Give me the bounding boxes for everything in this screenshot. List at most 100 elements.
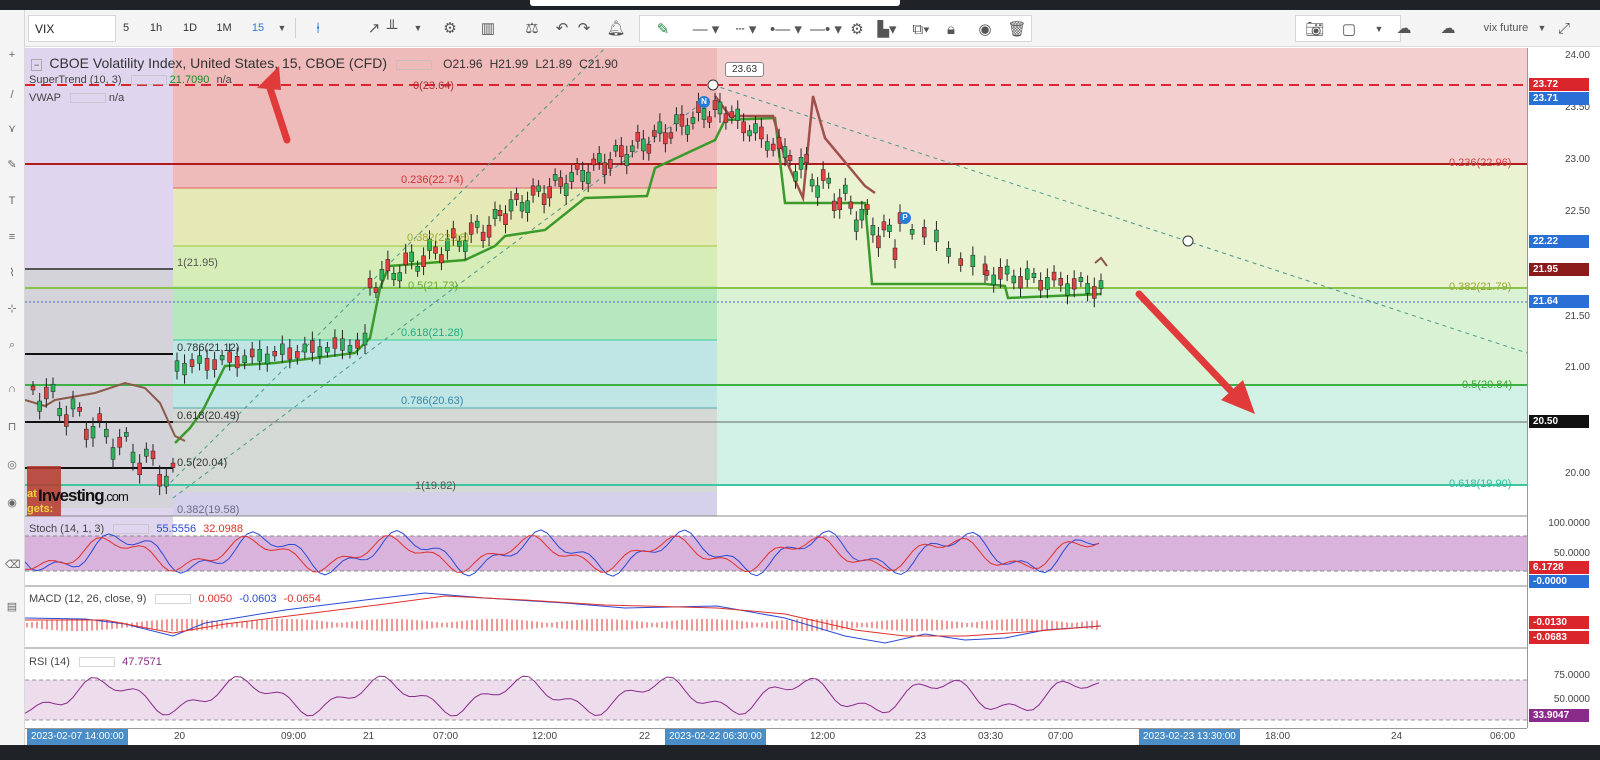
crosshair-tool-icon[interactable]: + (5, 48, 19, 62)
trendline-anchor-start[interactable] (707, 79, 719, 91)
candle-body (174, 360, 180, 372)
rsi-settings-icon[interactable] (79, 657, 116, 668)
layers-tool-icon[interactable]: ▤ (5, 600, 19, 614)
time-axis[interactable]: 2023-02-07 14:00:00 20 09:00 21 07:00 12… (25, 728, 1527, 745)
visibility-eye-icon[interactable]: ◉ (974, 16, 996, 43)
stoch-settings-icon[interactable] (113, 524, 150, 535)
cloud-upload-icon[interactable]: ☁ (1435, 15, 1461, 42)
text-tool-icon[interactable]: T (5, 194, 19, 208)
candle-body (104, 428, 109, 438)
macd-settings-icon[interactable] (155, 594, 192, 605)
ohlc-open: O21.96 (443, 57, 483, 71)
collapse-legend-icon[interactable]: − (31, 59, 43, 71)
indicators-dropdown-chevron-down-icon[interactable]: ▼ (411, 15, 425, 42)
vwap-settings-icon[interactable] (69, 93, 106, 104)
settings-gear-icon[interactable]: ⚙ (439, 15, 461, 42)
candle-body (189, 359, 195, 367)
templates-icon[interactable]: ▥ (477, 15, 499, 42)
supertrend-settings-icon[interactable] (130, 75, 167, 86)
candle-body (30, 385, 36, 391)
cloud-download-icon[interactable]: ☁ (1391, 15, 1417, 42)
snapshot-dropdown-chevron-down-icon[interactable]: ▼ (1368, 16, 1390, 43)
candle-body (379, 269, 385, 281)
time-label: 21 (363, 731, 375, 742)
redo-icon[interactable]: ↷ (575, 15, 593, 42)
brush-tool-icon[interactable]: ✎ (5, 158, 19, 172)
candle-body (552, 174, 558, 181)
indicators-icon[interactable]: ╨ (381, 15, 403, 42)
clone-icon[interactable]: ⧉▾ (906, 16, 936, 43)
interval-5[interactable]: 5 (119, 15, 133, 42)
line-style-dashed-icon[interactable]: ┄ ▾ (726, 16, 766, 43)
line-style-solid-icon[interactable]: — ▾ (686, 16, 726, 43)
layout-name-label[interactable]: vix future (1477, 15, 1535, 42)
candle-body (679, 114, 685, 127)
drawing-pencil-icon[interactable]: ✎ (652, 16, 674, 43)
candles-chart-type-icon[interactable]: ⍿ (307, 15, 329, 42)
camera-icon[interactable]: 📷︎ (1304, 16, 1326, 43)
price-label-last: 21.64 (1529, 295, 1589, 308)
candle-body (881, 221, 887, 231)
p-badge-icon[interactable]: P (899, 212, 911, 224)
measure-tool-icon[interactable]: ⊹ (5, 302, 19, 316)
remove-drawings-icon[interactable]: ⌫ (5, 558, 21, 572)
macd-value-1: 0.0050 (198, 593, 233, 605)
fib-zone-right-red (717, 48, 1527, 164)
pattern-tool-icon[interactable]: ⌇ (5, 266, 19, 280)
chart-canvas[interactable]: − CBOE Volatility Index, United States, … (25, 48, 1527, 728)
price-callout[interactable]: 23.63 (725, 62, 765, 77)
time-highlight-mid: 2023-02-22 06:30:00 (665, 729, 766, 745)
instrument-title: CBOE Volatility Index, United States, 15… (49, 55, 388, 71)
candle-body (707, 116, 712, 123)
delete-trash-icon[interactable]: 🗑︎ (1006, 16, 1028, 43)
interval-1h[interactable]: 1h (145, 15, 167, 42)
candle-body (934, 229, 939, 243)
interval-1d[interactable]: 1D (179, 15, 201, 42)
candle-body (170, 462, 176, 468)
candle-body (641, 138, 646, 152)
interval-dropdown-chevron-down-icon[interactable]: ▼ (275, 15, 289, 42)
magnet-tool-icon[interactable]: ∩ (5, 382, 19, 396)
candle-body (272, 351, 278, 357)
candle-body (596, 153, 602, 163)
trendline-anchor-end[interactable] (1182, 235, 1194, 247)
candle-body (652, 130, 657, 137)
fib-tool-icon[interactable]: ≡ (5, 230, 19, 244)
price-axis[interactable]: 24.00 23.50 23.00 22.50 21.50 21.00 20.0… (1527, 48, 1600, 728)
fullscreen-icon[interactable]: ▢ (1338, 16, 1360, 43)
lock-icon[interactable]: 🔒︎ (940, 16, 962, 43)
lock-drawings-icon[interactable]: ⊓ (5, 420, 19, 434)
candle-body (150, 450, 156, 460)
line-end-icon[interactable]: —• ▾ (806, 16, 846, 43)
legend-settings-icon[interactable] (396, 60, 433, 71)
news-badge-icon[interactable]: N (698, 96, 710, 108)
right-fib-label-0236: 0.236(22.96) (1449, 157, 1512, 169)
interval-15[interactable]: 15 (247, 15, 269, 42)
scale-balance-icon[interactable]: ⚖ (521, 15, 543, 42)
layout-dropdown-chevron-down-icon[interactable]: ▼ (1535, 15, 1549, 42)
macd-label: MACD (12, 26, close, 9) (29, 593, 147, 605)
hide-drawings-icon[interactable]: ◎ (5, 458, 19, 472)
candle-body (776, 137, 782, 150)
line-start-icon[interactable]: •— ▾ (766, 16, 806, 43)
zoom-tool-icon[interactable]: ⌕ (5, 338, 19, 352)
expand-icon[interactable]: ⤢ (1553, 15, 1575, 42)
candle-body (831, 200, 837, 211)
interval-1m[interactable]: 1M (213, 15, 235, 42)
trendline-tool-icon[interactable]: / (5, 88, 19, 102)
far-fib-label-0786: 0.786(21.12) (177, 342, 240, 354)
browser-top-strip (0, 0, 1600, 10)
candle-body (397, 272, 403, 282)
symbol-search-input[interactable]: VIX (28, 15, 116, 42)
undo-icon[interactable]: ↶ (553, 15, 571, 42)
macd-histogram (26, 619, 1098, 631)
pitchfork-tool-icon[interactable]: ⋎ (5, 122, 19, 136)
candle-body (608, 159, 613, 169)
eye-tool-icon[interactable]: ◉ (5, 496, 19, 510)
drawing-toolbar: ✎ — ▾ ┄ ▾ •— ▾ —• ▾ ⚙ ▙▾ ⧉▾ 🔒︎ ◉ 🗑︎ (639, 15, 1032, 42)
candle-body (415, 265, 420, 272)
candle-body (409, 251, 414, 262)
visual-order-icon[interactable]: ▙▾ (872, 16, 902, 43)
drawing-settings-gear-icon[interactable]: ⚙ (846, 16, 868, 43)
alert-bell-icon[interactable]: 🔔︎ (605, 15, 627, 42)
